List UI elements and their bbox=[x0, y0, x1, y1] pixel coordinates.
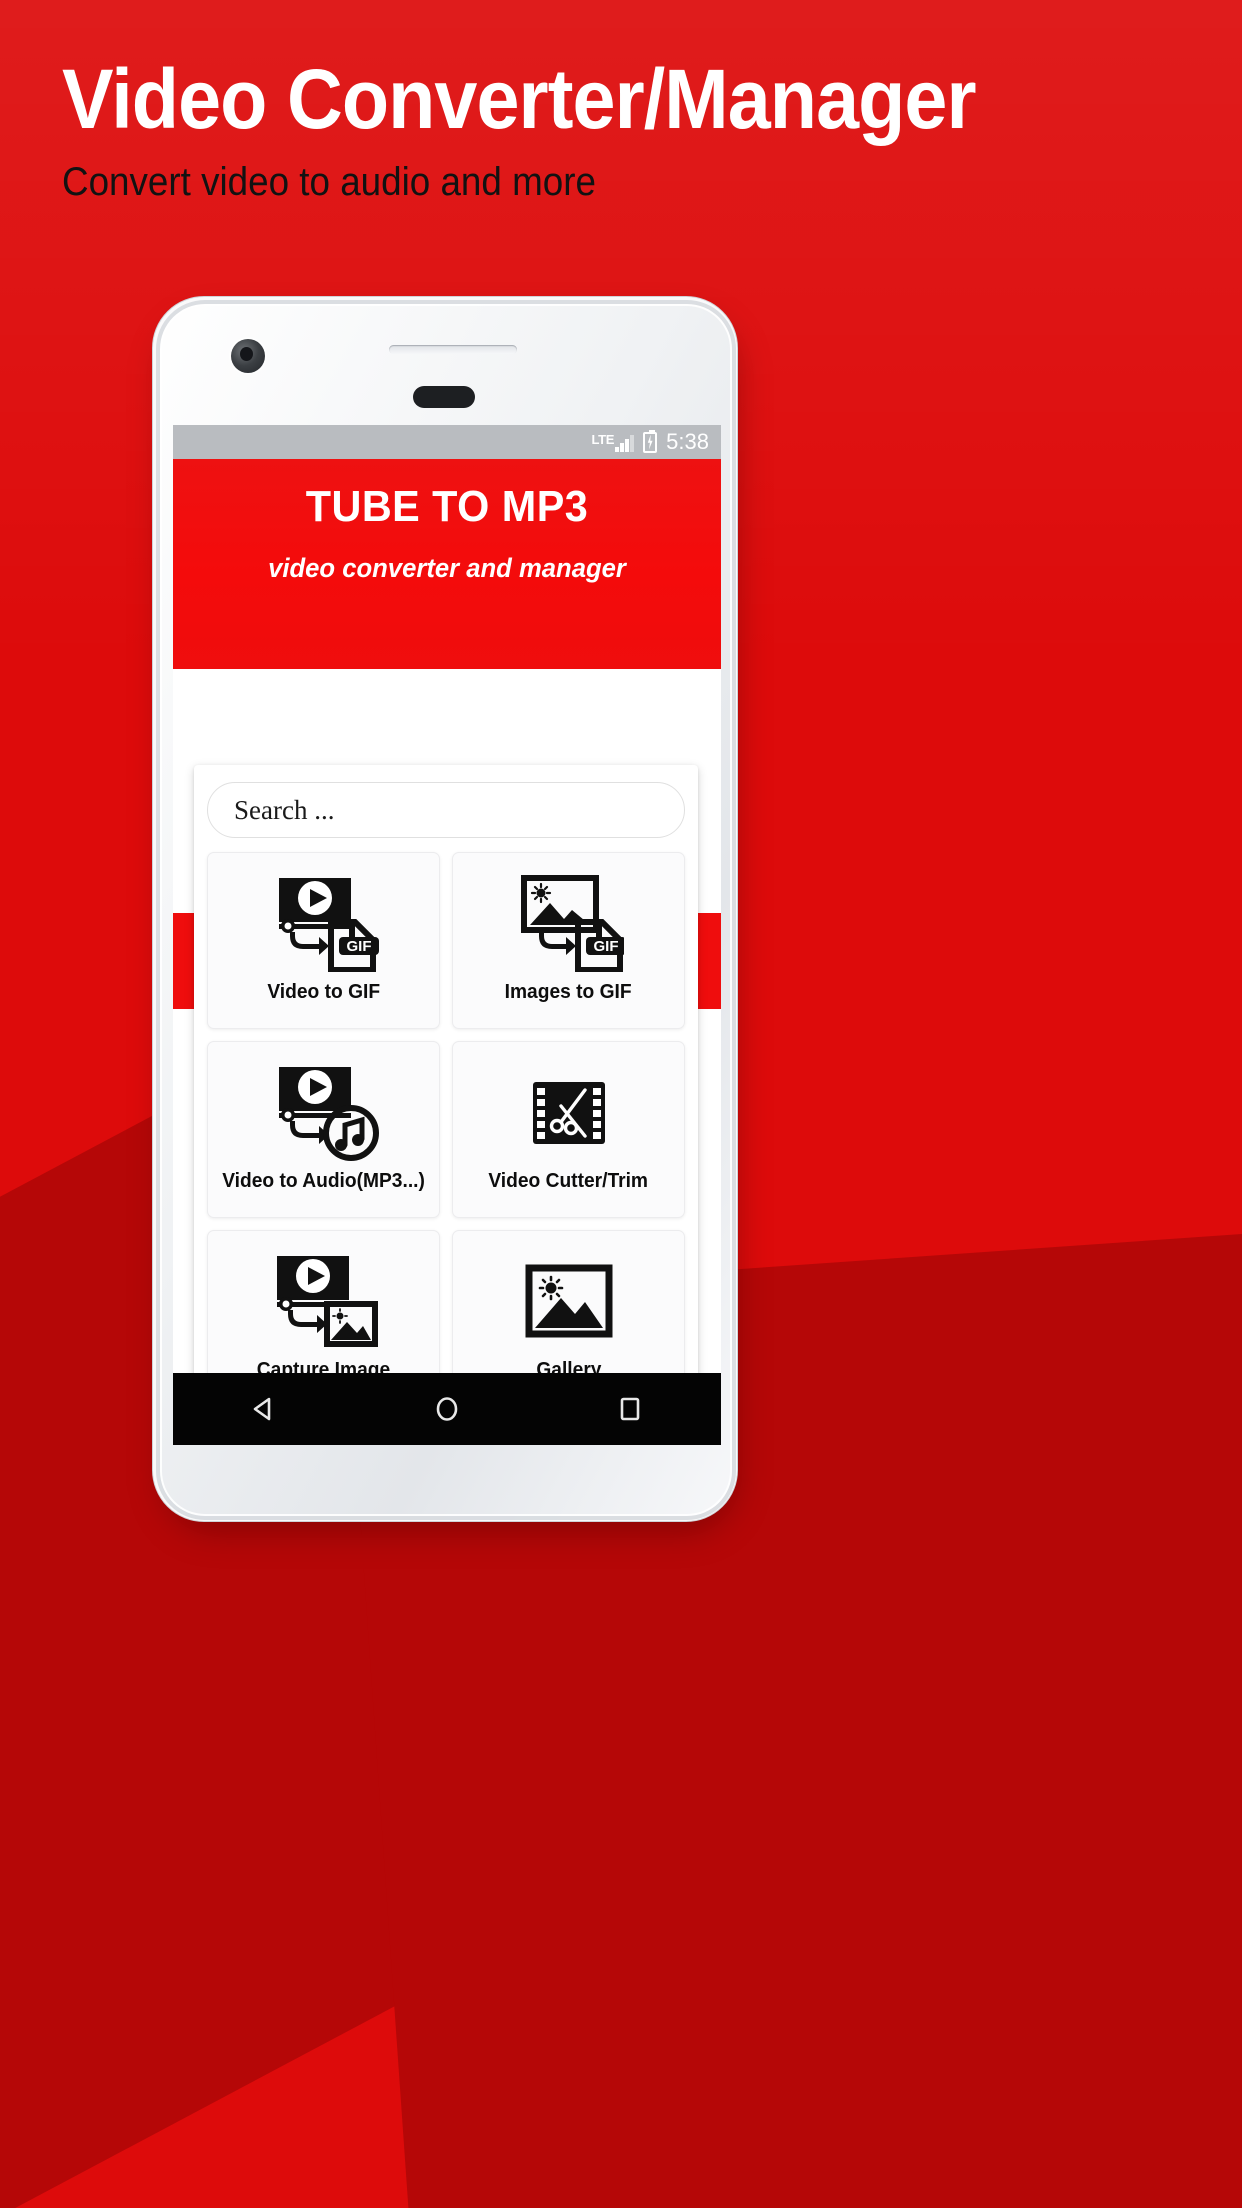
tile-video-to-gif[interactable]: GIF Video to GIF bbox=[207, 852, 440, 1029]
phone-mockup: LTE 5:38 TUBE TO MP3 video converter and… bbox=[152, 296, 742, 1533]
tile-label: Video to GIF bbox=[267, 981, 380, 1003]
phone-chin bbox=[173, 1445, 721, 1501]
app-title: TUBE TO MP3 bbox=[305, 482, 589, 531]
gallery-icon bbox=[523, 1245, 615, 1357]
tile-images-to-gif[interactable]: GIF Images to GIF bbox=[452, 852, 685, 1029]
back-triangle-icon bbox=[254, 1397, 271, 1421]
battery-charging-icon bbox=[643, 429, 658, 453]
tile-label: Video Cutter/Trim bbox=[488, 1170, 649, 1192]
android-nav-bar bbox=[173, 1373, 721, 1445]
nav-recents-button[interactable] bbox=[585, 1373, 675, 1445]
tools-grid: GIF Video to GIF GIF Images to GIF Video… bbox=[207, 852, 685, 1407]
network-indicator: LTE bbox=[591, 431, 635, 452]
tile-video-cutter-trim[interactable]: Video Cutter/Trim bbox=[452, 1041, 685, 1218]
recents-square-icon bbox=[620, 1397, 639, 1421]
status-clock: 5:38 bbox=[666, 429, 709, 454]
promo-subtitle: Convert video to audio and more bbox=[62, 160, 596, 204]
home-circle-icon bbox=[436, 1397, 458, 1421]
camera-lens bbox=[240, 347, 253, 361]
status-bar: LTE 5:38 bbox=[173, 425, 721, 459]
network-label: LTE bbox=[591, 431, 615, 447]
nav-back-button[interactable] bbox=[219, 1373, 309, 1445]
promo-title: Video Converter/Manager bbox=[62, 52, 977, 146]
tile-label: Video to Audio(MP3...) bbox=[222, 1170, 425, 1192]
svg-text:GIF: GIF bbox=[593, 938, 618, 955]
phone-body: LTE 5:38 TUBE TO MP3 video converter and… bbox=[152, 296, 738, 1522]
charging-bolt bbox=[647, 434, 653, 450]
capture-image-icon bbox=[269, 1245, 379, 1357]
tile-video-to-audio[interactable]: Video to Audio(MP3...) bbox=[207, 1041, 440, 1218]
video-to-gif-icon: GIF bbox=[269, 867, 379, 979]
tile-label: Images to GIF bbox=[505, 981, 632, 1003]
promo-header: Video Converter/Manager Convert video to… bbox=[0, 0, 1242, 208]
nav-home-button[interactable] bbox=[402, 1373, 492, 1445]
app-subtitle: video converter and manager bbox=[268, 553, 626, 583]
signal-bars-icon bbox=[615, 434, 635, 452]
images-to-gif-icon: GIF bbox=[514, 867, 624, 979]
app-header: TUBE TO MP3 video converter and manager bbox=[173, 459, 721, 669]
video-cutter-trim-icon bbox=[523, 1056, 615, 1168]
tools-panel: GIF Video to GIF bbox=[194, 765, 698, 1425]
search-input[interactable] bbox=[207, 782, 685, 838]
svg-text:GIF: GIF bbox=[346, 938, 371, 955]
front-camera-icon bbox=[231, 339, 265, 373]
content-area: GIF Video to GIF bbox=[173, 669, 721, 1445]
earpiece-speaker-icon bbox=[413, 386, 475, 408]
proximity-sensor-icon bbox=[389, 345, 517, 354]
phone-screen: LTE 5:38 TUBE TO MP3 video converter and… bbox=[173, 425, 721, 1445]
video-to-audio-icon bbox=[269, 1056, 379, 1168]
